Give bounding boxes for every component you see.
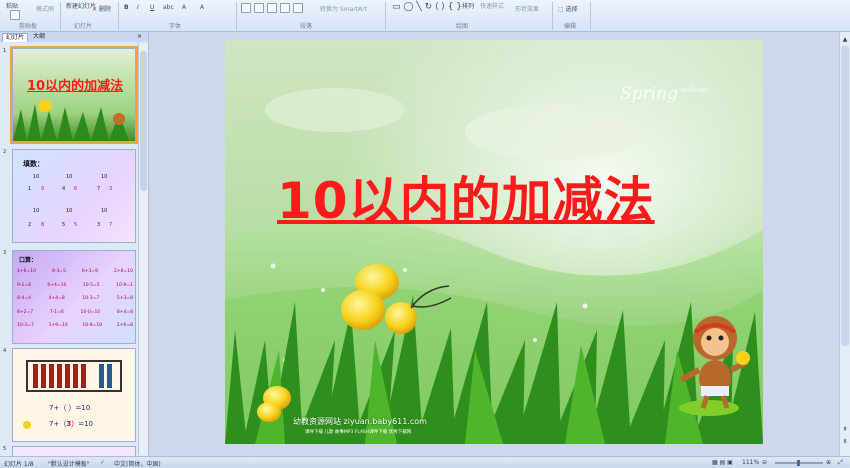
slide-thumbnail-1[interactable]: 10以内的加减法 [10,46,138,144]
editor-scroll-thumb[interactable] [841,46,849,346]
group-drawing-label: 绘图 [455,23,468,30]
prev-slide-icon[interactable]: ⇞ [841,426,849,434]
slide-number: 2 [3,149,7,155]
shape-effects-button[interactable]: 形状效果 [515,4,539,13]
convert-smartart-button[interactable]: 转换为 SmartArt [320,4,367,13]
zoom-slider-handle[interactable] [797,460,800,466]
panel-scroll-thumb[interactable] [140,51,147,191]
group-font-label: 字体 [168,23,181,30]
group-divider [385,2,386,30]
align-center-icon[interactable] [254,3,264,13]
brand-logo: Spring [620,84,678,104]
brand-sub: wallcoo [680,86,707,94]
underline-button[interactable]: U [150,4,154,11]
editor-scrollbar[interactable]: ▲ ⇞ ⇟ [839,32,850,456]
slide-title[interactable]: 10以内的加减法 [277,161,655,233]
group-editing-label: 编辑 [563,23,576,30]
delete-icon: ✕ [92,6,98,13]
slide-number: 4 [3,348,7,354]
select-button[interactable]: ⬚ 选择 [558,4,578,13]
new-slide-button[interactable]: 新建幻灯片 [66,1,96,10]
view-buttons[interactable]: ▦ ▤ ▣ [712,459,733,466]
shapes-gallery[interactable]: ▭ ◯ ╲ ↻ ⟨ ⟩ { } [392,2,462,12]
thumb-equation: 7+（ ）=10 [49,404,91,412]
slide-thumbnail-4[interactable]: 7+（ ）=10 7+（3）=10 [12,348,136,442]
paste-button[interactable]: 粘贴 [6,1,18,10]
zoom-in-icon[interactable]: ⊕ [826,459,831,466]
group-paragraph-label: 段落 [299,23,312,30]
select-icon: ⬚ [558,6,564,13]
group-divider [236,2,237,30]
font-size-button[interactable]: A [182,4,186,11]
italic-button[interactable]: I [137,4,139,11]
align-left-icon[interactable] [241,3,251,13]
delete-slide-button[interactable]: ✕ 删除 [92,4,111,13]
arithmetic-grid: 4+6=10 8-3=5 6+3=9 2+8=10 9-1=8 6+4=10 10-5=5… [17,269,133,328]
watermark-subtext: 课件下载 儿歌 故事MP3 FLASH课件下载 优秀下载网 [305,430,412,435]
select-label: 选择 [565,6,578,13]
panel-tabs: 幻灯片 大纲 × [0,32,148,42]
fit-window-icon[interactable]: ⤢ [838,459,843,467]
spellcheck-icon[interactable]: ✓ [100,459,105,466]
zoom-out-icon[interactable]: ⊖ [762,459,767,466]
align-right-icon[interactable] [267,3,277,13]
next-slide-icon[interactable]: ⇟ [841,438,849,446]
justify-icon[interactable] [280,3,290,13]
tab-slides[interactable]: 幻灯片 [2,33,29,42]
scroll-up-icon[interactable]: ▲ [841,36,849,44]
slide-number: 1 [3,48,7,54]
slide-canvas[interactable]: Spring wallcoo 10以内的加减法 幼教资源网站 ziyuan.ba… [225,40,763,444]
arrange-button[interactable]: 排列 [462,1,474,10]
zoom-level[interactable]: 111% [742,459,759,466]
slide-background [225,40,763,444]
panel-scrollbar[interactable] [138,43,148,455]
thumb-heading: 口算： [19,257,38,264]
bold-button[interactable]: B [124,4,129,11]
slide-editor: Spring wallcoo 10以内的加减法 幼教资源网站 ziyuan.ba… [149,32,839,456]
close-panel-icon[interactable]: × [134,33,145,41]
tab-outline[interactable]: 大纲 [30,33,48,41]
group-divider [590,2,591,30]
paste-icon[interactable] [10,10,20,20]
slide-thumbnail-2[interactable]: 填数： 10 10 10 1 9 4 6 7 3 10 10 10 2 8 5 … [12,149,136,243]
format-painter-button[interactable]: 格式刷 [36,4,54,13]
grass-graphic [13,100,129,141]
status-bar: 幻灯片 1/8 "默认设计模板" ✓ 中文(简体，中国) ▦ ▤ ▣ 111% … [0,456,850,468]
delete-label: 删除 [98,6,111,13]
strikethrough-button[interactable]: abc [163,4,174,11]
watermark-text: 幼教资源网站 ziyuan.baby611.com [293,417,427,426]
group-slides-label: 幻灯片 [73,23,92,30]
columns-icon[interactable] [293,3,303,13]
quick-styles-button[interactable]: 快速样式 [480,1,504,10]
group-divider [118,2,119,30]
ribbon: 粘贴 格式刷 剪贴板 新建幻灯片 ✕ 删除 幻灯片 B I U abc A A … [0,0,850,32]
slide-number: 3 [3,250,7,256]
font-color-button[interactable]: A [200,4,204,11]
thumb-equation: 7+（3）=10 [49,420,93,428]
slide-number: 5 [3,446,7,452]
slide-thumbnail-3[interactable]: 口算： 4+6=10 8-3=5 6+3=9 2+8=10 9-1=8 6+4=10 10… [12,250,136,344]
number-bonds: 10 10 10 1 9 4 6 7 3 10 10 10 2 8 5 5 3 … [28,174,113,228]
